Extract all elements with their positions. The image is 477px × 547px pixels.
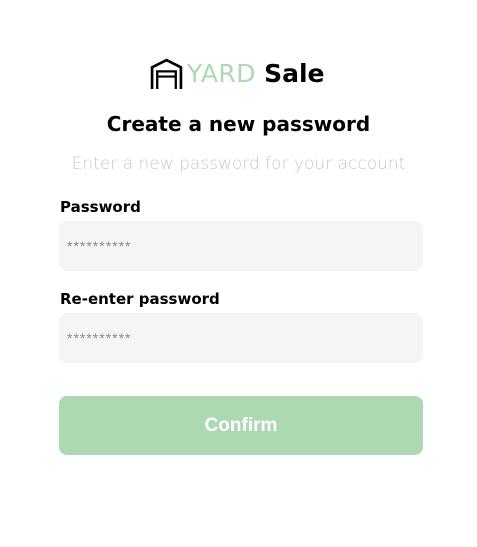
- page-subtitle: Enter a new password for your account: [71, 154, 406, 174]
- logo-word-sale: Sale: [264, 59, 325, 88]
- password-label: Password: [60, 198, 141, 216]
- password-input[interactable]: [59, 221, 423, 271]
- repeat-password-label: Re-enter password: [60, 290, 220, 308]
- logo-word-yard: YARD: [187, 59, 257, 88]
- repeat-password-input[interactable]: [59, 313, 423, 363]
- yard-sale-logo: YARD Sale: [150, 56, 324, 92]
- create-password-page: YARD Sale Create a new password Enter a …: [0, 0, 477, 547]
- garage-icon: [150, 58, 183, 89]
- confirm-button[interactable]: Confirm: [59, 396, 423, 455]
- page-title: Create a new password: [106, 112, 371, 136]
